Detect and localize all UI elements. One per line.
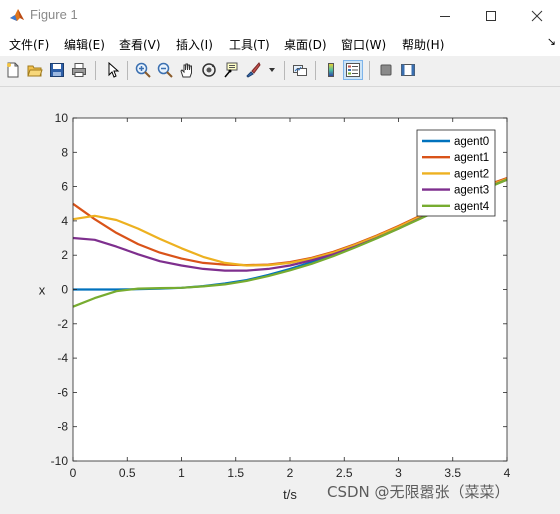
toolbar bbox=[0, 56, 560, 87]
colorbar-icon[interactable] bbox=[321, 60, 341, 80]
x-tick-label: 0 bbox=[70, 466, 77, 480]
toolbar-separator bbox=[315, 61, 316, 80]
hide-plot-tools-icon[interactable] bbox=[376, 60, 396, 80]
legend-label-agent3: agent3 bbox=[454, 185, 489, 197]
menu-window[interactable]: 窗口(W) bbox=[341, 36, 386, 53]
menu-tools[interactable]: 工具(T) bbox=[229, 36, 270, 53]
x-tick-label: 3 bbox=[395, 466, 402, 480]
window-title: Figure 1 bbox=[30, 7, 78, 22]
figure-area: 0 0.5 1 1.5 2 2.5 3 3.5 4 10 8 6 4 2 0 -2 -4 -6 -8 -10 t/s x … bbox=[0, 87, 560, 510]
y-tick-label: 0 bbox=[61, 283, 68, 297]
print-icon[interactable] bbox=[69, 60, 89, 80]
x-tick-label: 2 bbox=[287, 466, 294, 480]
x-tick-label: 0.5 bbox=[119, 466, 136, 480]
rotate-3d-icon[interactable] bbox=[199, 60, 219, 80]
zoom-in-icon[interactable] bbox=[133, 60, 153, 80]
data-cursor-icon[interactable] bbox=[221, 60, 241, 80]
legend-icon[interactable] bbox=[343, 60, 363, 80]
brush-icon[interactable] bbox=[243, 60, 263, 80]
legend-label-agent4: agent4 bbox=[454, 201, 490, 213]
watermark-text: CSDN @无限嚣张（菜菜） bbox=[327, 483, 510, 501]
save-icon[interactable] bbox=[47, 60, 67, 80]
legend-label-agent2: agent2 bbox=[454, 168, 489, 180]
brush-dropdown-icon[interactable] bbox=[265, 60, 279, 80]
select-arrow-icon[interactable] bbox=[103, 60, 123, 80]
toolbar-separator bbox=[127, 61, 128, 80]
menu-file[interactable]: 文件(F) bbox=[9, 36, 49, 53]
minimize-button[interactable] bbox=[422, 0, 468, 31]
matlab-logo-icon bbox=[9, 7, 25, 27]
menu-edit[interactable]: 编辑(E) bbox=[64, 36, 105, 53]
menu-desktop[interactable]: 桌面(D) bbox=[284, 36, 327, 53]
y-tick-label: -8 bbox=[57, 420, 68, 434]
new-figure-icon[interactable] bbox=[3, 60, 23, 80]
y-tick-label: 8 bbox=[61, 145, 68, 159]
x-tick-label: 4 bbox=[504, 466, 511, 480]
x-tick-label: 2.5 bbox=[336, 466, 353, 480]
menu-view[interactable]: 查看(V) bbox=[119, 36, 161, 53]
legend-label-agent0: agent0 bbox=[454, 136, 489, 148]
dock-arrow-icon[interactable]: ↘ bbox=[547, 35, 556, 48]
close-button[interactable] bbox=[514, 0, 560, 31]
x-tick-label: 1.5 bbox=[227, 466, 244, 480]
menu-help[interactable]: 帮助(H) bbox=[402, 36, 444, 53]
toolbar-separator bbox=[284, 61, 285, 80]
y-axis-label: x bbox=[39, 283, 46, 298]
y-tick-label: -10 bbox=[51, 454, 69, 468]
y-tick-label: -2 bbox=[57, 317, 68, 331]
x-tick-label: 3.5 bbox=[444, 466, 461, 480]
toolbar-separator bbox=[369, 61, 370, 80]
menu-bar: 文件(F) 编辑(E) 查看(V) 插入(I) 工具(T) 桌面(D) 窗口(W… bbox=[0, 31, 560, 56]
show-plot-tools-icon[interactable] bbox=[398, 60, 418, 80]
line-chart[interactable]: 0 0.5 1 1.5 2 2.5 3 3.5 41086420-2-4-6-8-10t/sx … bbox=[0, 87, 560, 510]
zoom-out-icon[interactable] bbox=[155, 60, 175, 80]
y-tick-label: -4 bbox=[57, 351, 68, 365]
y-tick-label: 4 bbox=[61, 214, 68, 228]
y-tick-label: 2 bbox=[61, 248, 68, 262]
menu-insert[interactable]: 插入(I) bbox=[176, 36, 213, 53]
x-tick-label: 1 bbox=[178, 466, 185, 480]
legend-label-agent1: agent1 bbox=[454, 152, 489, 164]
pan-hand-icon[interactable] bbox=[177, 60, 197, 80]
toolbar-separator bbox=[95, 61, 96, 80]
maximize-button[interactable] bbox=[468, 0, 514, 31]
title-bar: Figure 1 bbox=[0, 0, 560, 31]
link-plot-icon[interactable] bbox=[290, 60, 310, 80]
y-tick-label: 6 bbox=[61, 180, 68, 194]
y-tick-label: -6 bbox=[57, 385, 68, 399]
x-axis-label: t/s bbox=[283, 487, 297, 502]
open-file-icon[interactable] bbox=[25, 60, 45, 80]
y-tick-label: 10 bbox=[55, 111, 69, 125]
